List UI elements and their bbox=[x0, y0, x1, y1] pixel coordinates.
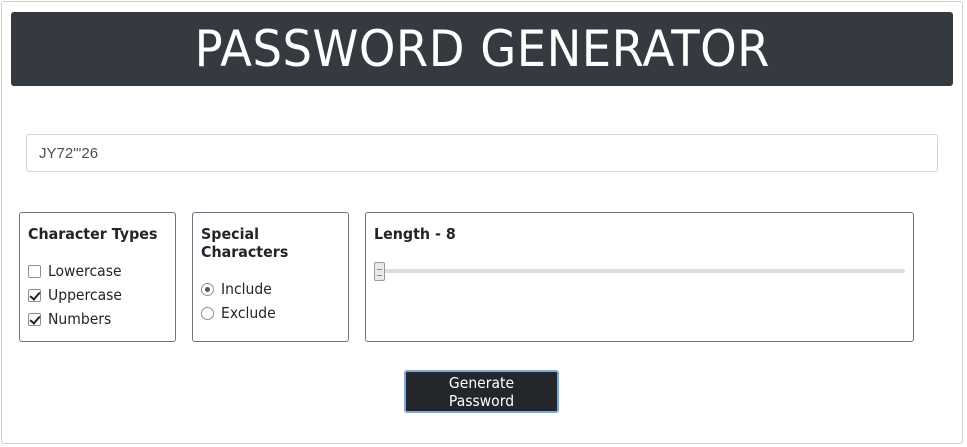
uppercase-label: Uppercase bbox=[48, 286, 123, 304]
length-heading: Length - 8 bbox=[374, 225, 456, 243]
special-characters-heading: Special Characters bbox=[201, 225, 289, 261]
numbers-option[interactable]: Numbers bbox=[28, 307, 167, 331]
special-characters-panel: Special Characters Include Exclude bbox=[192, 212, 349, 342]
lowercase-label: Lowercase bbox=[48, 262, 122, 280]
lowercase-checkbox[interactable] bbox=[28, 264, 41, 278]
include-radio[interactable] bbox=[201, 282, 214, 296]
generate-password-label: Generate Password bbox=[448, 373, 515, 410]
length-slider-handle[interactable] bbox=[374, 262, 385, 281]
include-label: Include bbox=[221, 280, 272, 298]
password-output-field[interactable] bbox=[26, 134, 938, 172]
lowercase-option[interactable]: Lowercase bbox=[28, 259, 167, 283]
character-types-panel: Character Types Lowercase Uppercase Numb… bbox=[19, 212, 176, 342]
uppercase-checkbox[interactable] bbox=[28, 288, 41, 302]
length-panel: Length - 8 bbox=[365, 212, 914, 342]
numbers-checkbox[interactable] bbox=[28, 312, 41, 326]
length-slider-track[interactable] bbox=[374, 269, 905, 273]
uppercase-option[interactable]: Uppercase bbox=[28, 283, 167, 307]
page-title: PASSWORD GENERATOR bbox=[194, 20, 770, 78]
include-option[interactable]: Include bbox=[201, 277, 340, 301]
exclude-label: Exclude bbox=[221, 304, 276, 322]
exclude-option[interactable]: Exclude bbox=[201, 301, 340, 325]
app-header: PASSWORD GENERATOR bbox=[11, 12, 953, 86]
character-types-heading: Character Types bbox=[28, 225, 158, 243]
numbers-label: Numbers bbox=[48, 310, 112, 328]
generate-password-button[interactable]: Generate Password bbox=[404, 370, 559, 413]
exclude-radio[interactable] bbox=[201, 306, 214, 320]
